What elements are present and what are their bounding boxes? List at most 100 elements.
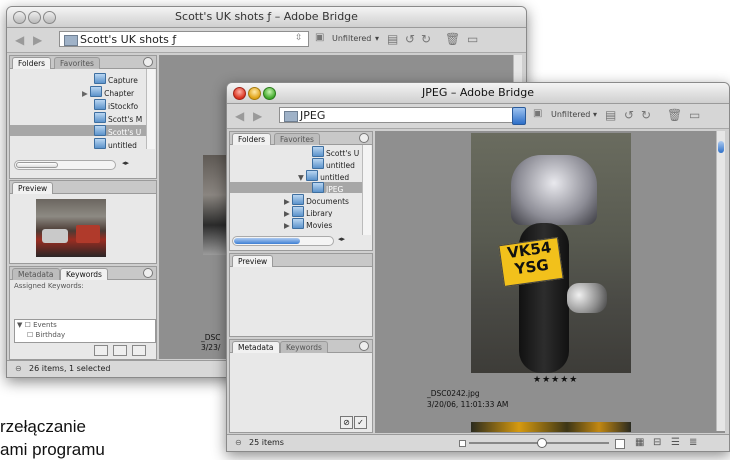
tab-metadata[interactable]: Metadata — [232, 341, 280, 353]
folder-item-selected[interactable]: JPEG — [230, 182, 362, 193]
tab-metadata[interactable]: Metadata — [12, 268, 60, 280]
panel-menu-icon[interactable] — [143, 57, 153, 67]
apply-checkmark-button[interactable]: ✓ — [354, 416, 367, 429]
tab-favorites[interactable]: Favorites — [54, 57, 100, 69]
scroll-arrows-icon[interactable]: ◂▸ — [122, 159, 129, 167]
back-arrow-icon[interactable]: ◀ — [235, 109, 244, 123]
versions-view-icon[interactable]: ≣ — [689, 437, 697, 449]
folder-item[interactable]: Scott's M — [10, 112, 146, 123]
path-stepper-button[interactable] — [512, 107, 526, 125]
no-icon-button[interactable]: ⊘ — [340, 416, 353, 429]
disclosure-triangle-icon[interactable]: ▶ — [284, 221, 292, 229]
folder-label: Movies — [306, 221, 333, 229]
disclosure-triangle-icon[interactable]: ▶ — [284, 197, 292, 205]
folders-vertical-scrollbar[interactable] — [362, 145, 371, 235]
tab-preview[interactable]: Preview — [232, 255, 274, 267]
thumbnail-caption: _DSC 3/23/ — [201, 333, 221, 352]
small-thumbnail-icon[interactable] — [459, 440, 466, 447]
front-title-bar[interactable]: JPEG – Adobe Bridge — [227, 83, 729, 104]
tab-preview[interactable]: Preview — [12, 182, 54, 194]
folders-horizontal-scrollbar[interactable] — [232, 236, 334, 246]
folder-icon — [284, 111, 298, 122]
tab-folders[interactable]: Folders — [12, 57, 52, 69]
folder-icon — [94, 73, 106, 84]
tab-favorites[interactable]: Favorites — [274, 133, 320, 145]
tab-keywords[interactable]: Keywords — [60, 268, 108, 280]
large-thumbnail-icon[interactable] — [615, 439, 625, 449]
rotate-right-icon[interactable]: ↻ — [421, 32, 431, 46]
folder-item[interactable]: ▶ Library — [230, 206, 362, 217]
folder-icon — [94, 112, 106, 123]
folder-item[interactable]: untitled — [10, 138, 146, 149]
compact-mode-icon[interactable]: ▭ — [689, 108, 700, 122]
folder-item[interactable]: ▶ Chapter — [10, 86, 146, 97]
folder-label: untitled — [326, 161, 355, 169]
filmstrip-view-icon[interactable]: ⊟ — [653, 437, 661, 449]
folder-item[interactable]: ▶ Documents — [230, 194, 362, 205]
forward-arrow-icon[interactable]: ▶ — [253, 109, 262, 123]
folder-item-selected[interactable]: Scott's U — [10, 125, 146, 136]
selected-photo-motorcycle[interactable]: VK54 YSG — [471, 133, 631, 373]
folder-item[interactable]: iStockfo — [10, 99, 146, 110]
folder-icon — [90, 86, 103, 97]
panel-menu-icon[interactable] — [359, 133, 369, 143]
filter-menu[interactable]: Unfiltered — [332, 34, 371, 43]
folders-horizontal-scrollbar[interactable] — [14, 160, 116, 170]
thumbnail-size-slider[interactable] — [469, 438, 609, 448]
compact-mode-icon[interactable]: ▭ — [467, 32, 478, 46]
tab-folders[interactable]: Folders — [232, 133, 272, 145]
folder-label: Documents — [306, 197, 349, 205]
path-dropdown[interactable]: Scott's UK shots ƒ — [59, 31, 309, 47]
folders-vertical-scrollbar[interactable] — [146, 69, 155, 149]
background-caption-line1: rzełączanie — [0, 417, 86, 436]
folders-panel: Folders Favorites Scott's U untitled ▼ unt… — [229, 131, 373, 251]
background-caption-line2: ami programu — [0, 440, 105, 459]
filter-chevron-icon[interactable]: ▾ — [375, 34, 379, 43]
folder-item[interactable]: Capture — [10, 73, 146, 84]
filter-chevron-icon[interactable]: ▾ — [593, 110, 597, 119]
back-toolbar: ◀ ▶ Scott's UK shots ƒ ⇳ ▣ Unfiltered ▾ … — [7, 28, 526, 53]
rotate-right-icon[interactable]: ↻ — [641, 108, 651, 122]
thumbnail-image[interactable] — [203, 155, 227, 255]
path-dropdown[interactable]: JPEG — [279, 107, 513, 123]
folder-item[interactable]: ▼ untitled — [230, 170, 362, 181]
preview-thumbnail — [36, 199, 106, 257]
disclosure-triangle-icon[interactable]: ▼ — [298, 173, 306, 181]
next-thumbnail-strip[interactable] — [471, 422, 631, 432]
keyword-item[interactable]: ☐ Birthday — [27, 331, 65, 339]
camera-icon[interactable]: ▣ — [533, 108, 542, 119]
rating-stars[interactable]: ★★★★★ — [533, 375, 578, 385]
back-arrow-icon[interactable]: ◀ — [15, 33, 24, 47]
new-keyword-button[interactable] — [113, 345, 127, 356]
forward-arrow-icon[interactable]: ▶ — [33, 33, 42, 47]
folder-item[interactable]: untitled — [230, 158, 362, 169]
keyword-item[interactable]: ▼ ☐ Events — [17, 321, 57, 329]
filter-menu[interactable]: Unfiltered — [551, 110, 590, 119]
trash-icon[interactable]: 🗑 — [667, 108, 682, 122]
new-folder-icon[interactable]: ▤ — [605, 108, 616, 122]
scroll-arrows-icon[interactable]: ◂▸ — [338, 235, 345, 243]
folder-item[interactable]: ▶ Movies — [230, 218, 362, 229]
trash-icon[interactable]: 🗑 — [445, 32, 460, 46]
slider-thumb[interactable] — [537, 438, 547, 448]
new-keyword-set-button[interactable] — [94, 345, 108, 356]
folder-item[interactable]: Scott's U — [230, 146, 362, 157]
delete-keyword-button[interactable] — [132, 345, 146, 356]
new-folder-icon[interactable]: ▤ — [387, 32, 398, 46]
details-view-icon[interactable]: ☰ — [671, 437, 680, 449]
folder-icon — [312, 182, 324, 193]
panel-menu-icon[interactable] — [359, 341, 369, 351]
camera-icon[interactable]: ▣ — [315, 32, 324, 43]
front-content-scrollbar[interactable] — [716, 131, 725, 431]
thumbnails-view-icon[interactable]: ▦ — [635, 437, 644, 449]
path-stepper-icon[interactable]: ⇳ — [295, 33, 303, 43]
folder-icon — [292, 218, 305, 229]
tab-keywords[interactable]: Keywords — [280, 341, 328, 353]
back-title-bar[interactable]: Scott's UK shots ƒ – Adobe Bridge — [7, 7, 526, 28]
rotate-left-icon[interactable]: ↺ — [405, 32, 415, 46]
rotate-left-icon[interactable]: ↺ — [624, 108, 634, 122]
panel-menu-icon[interactable] — [143, 268, 153, 278]
disclosure-triangle-icon[interactable]: ▶ — [284, 209, 292, 217]
folder-label: Scott's U — [326, 149, 360, 157]
window-title: JPEG – Adobe Bridge — [422, 86, 534, 99]
